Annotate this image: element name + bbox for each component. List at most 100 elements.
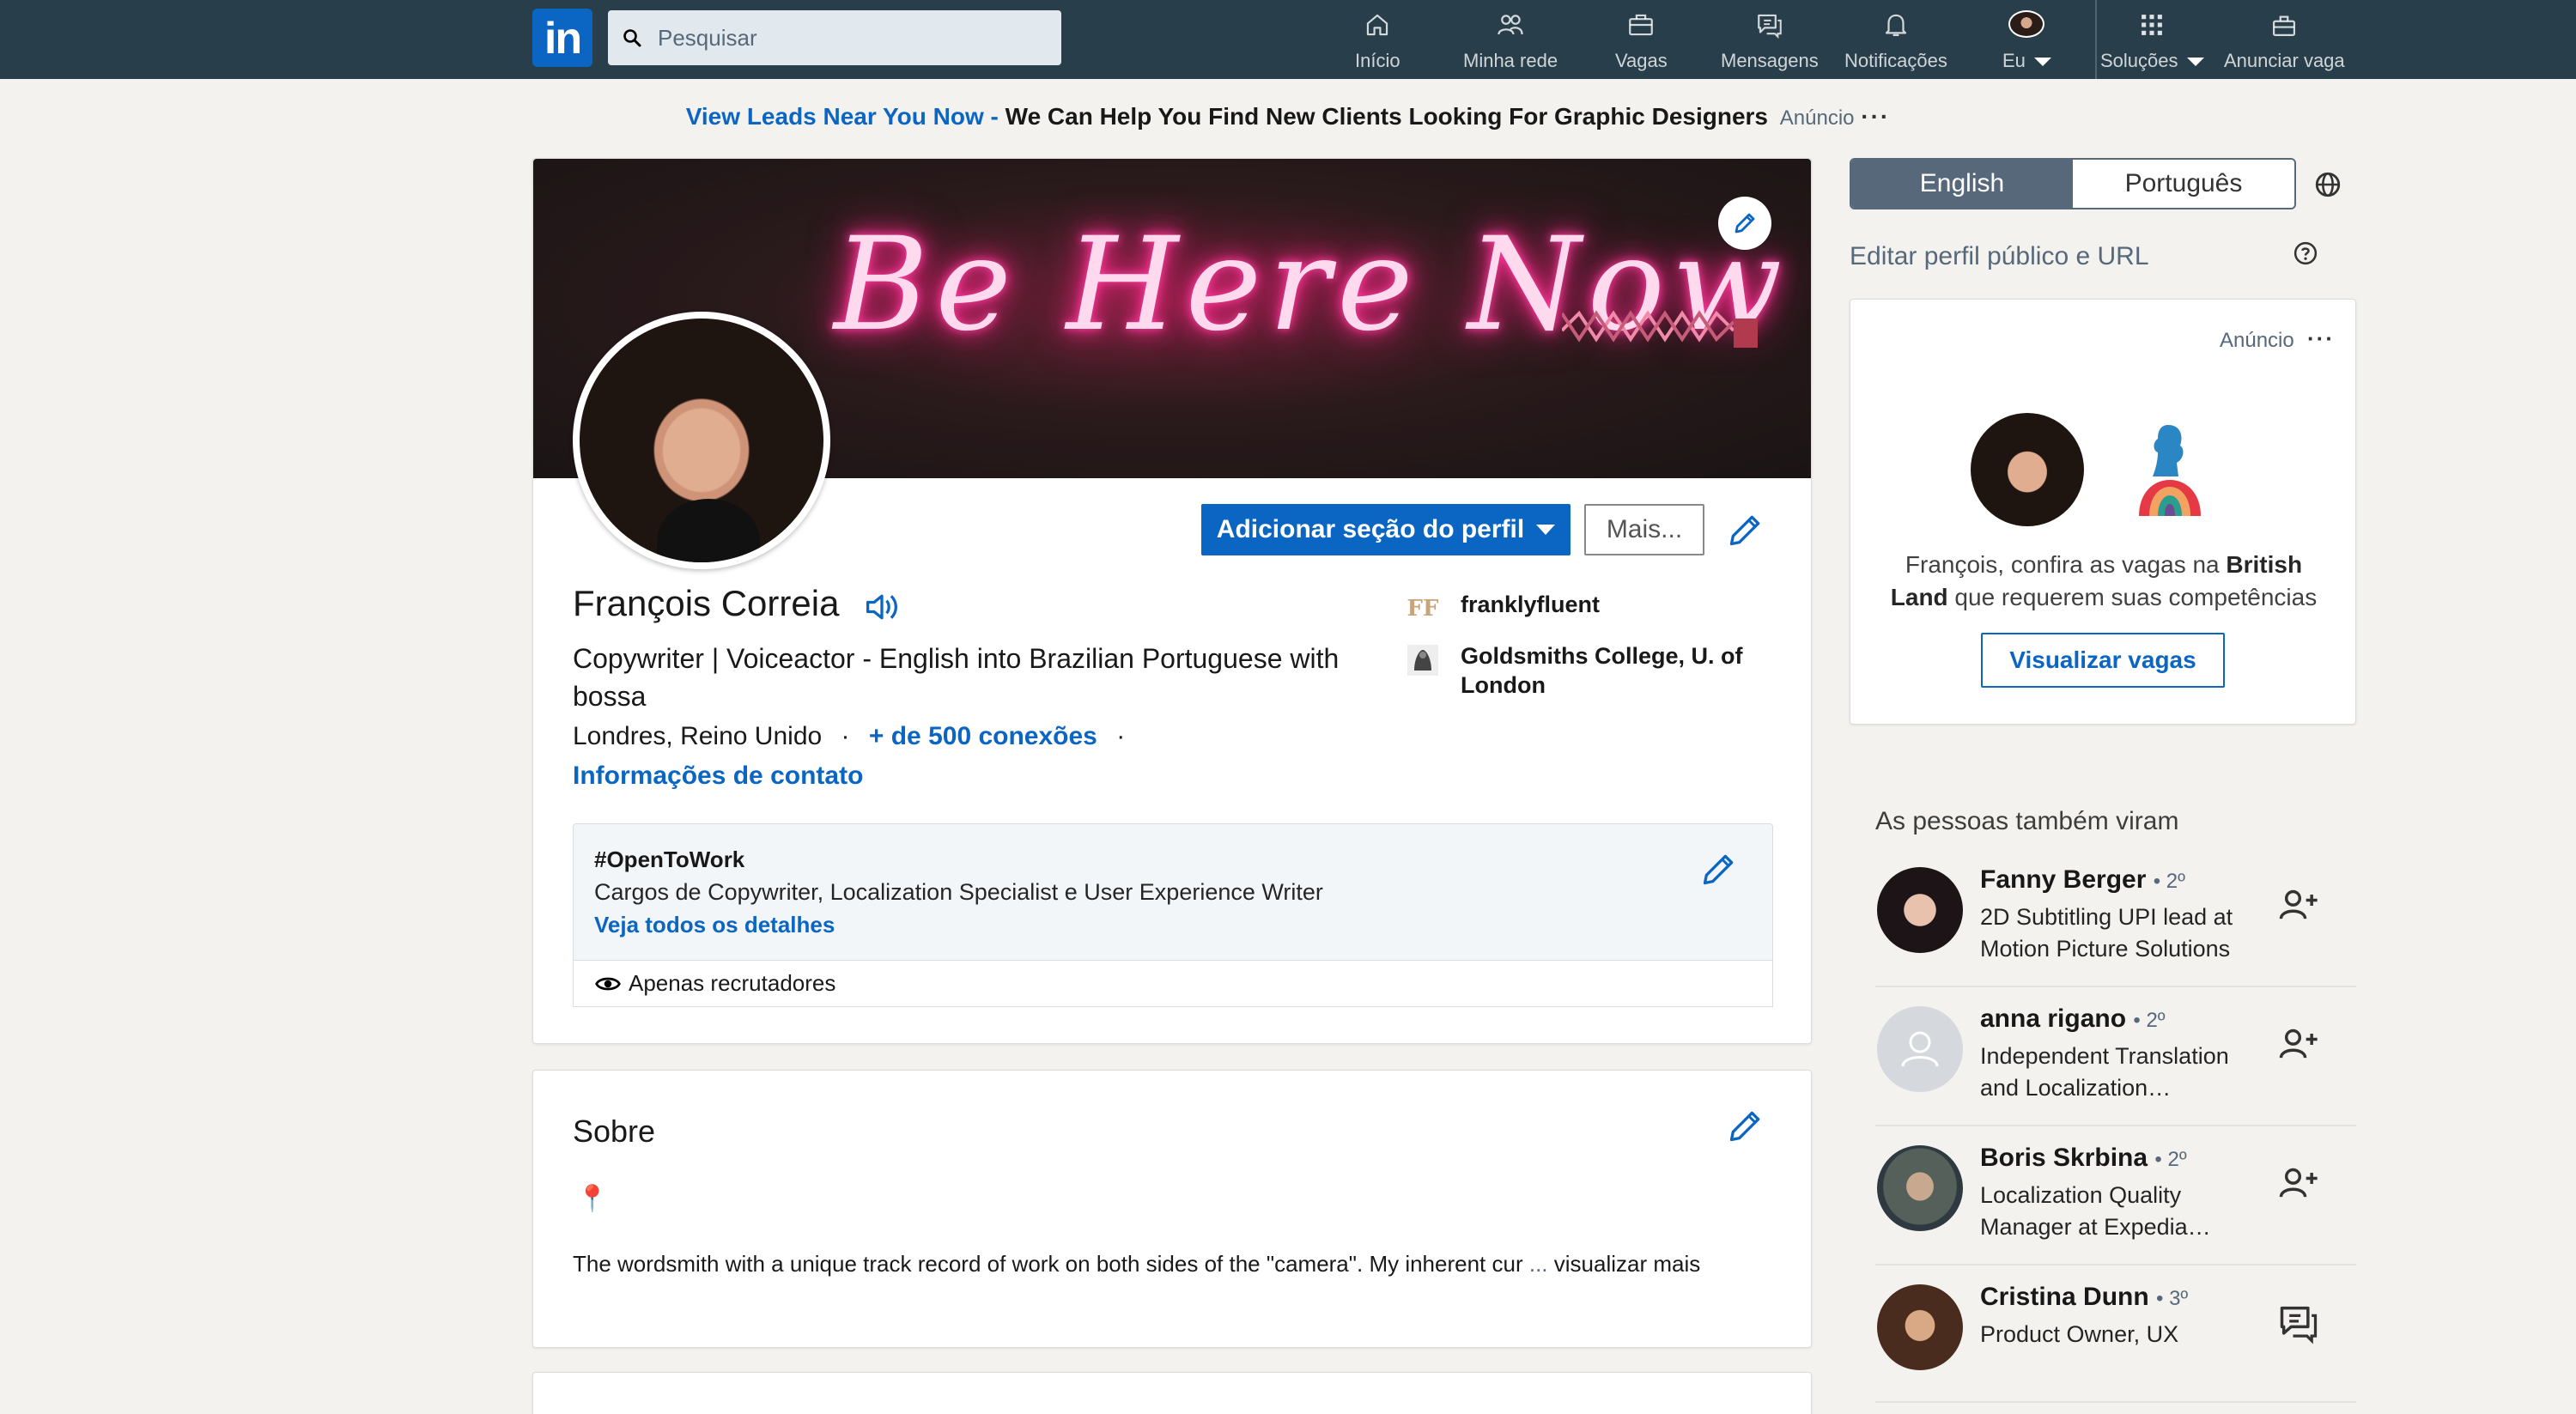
language-toggle: English Português — [1850, 158, 2296, 209]
open-to-work-description: Cargos de Copywriter, Localization Speci… — [594, 879, 1323, 905]
person-placeholder-icon — [1901, 1031, 1939, 1067]
nav-home[interactable]: Início — [1355, 10, 1400, 72]
people-also-viewed-item[interactable]: Boris Skrbina • 2º Localization Quality … — [1875, 1126, 2356, 1265]
view-jobs-button[interactable]: Visualizar vagas — [1981, 633, 2225, 688]
people-also-viewed-item[interactable]: Fanny Berger • 2º 2D Subtitling UPI lead… — [1875, 848, 2356, 987]
person-name[interactable]: Boris Skrbina — [1980, 1144, 2148, 1172]
chevron-down-icon — [1536, 525, 1556, 535]
about-summary: The wordsmith with a unique track record… — [573, 1251, 1523, 1277]
profile-side-info: FF franklyfluent Goldsmiths College, U. … — [1404, 590, 1782, 713]
person-avatar — [1877, 867, 1963, 953]
language-english[interactable]: English — [1851, 160, 2073, 208]
nav-solutions-wrap: Soluções — [2100, 50, 2204, 72]
people-also-viewed-title: As pessoas também viram — [1875, 807, 2179, 835]
nav-me-menu[interactable]: Eu — [2002, 10, 2051, 72]
top-ad-separator: - — [983, 103, 1005, 130]
top-navbar: in Início Minha rede Vagas Mensagens Not… — [0, 0, 2576, 79]
person-degree: • 3º — [2156, 1287, 2189, 1310]
search-box[interactable] — [608, 10, 1061, 65]
connect-button[interactable] — [2274, 881, 2324, 931]
person-name[interactable]: Fanny Berger — [1980, 865, 2146, 894]
profile-name: François Correia — [573, 583, 840, 623]
help-icon[interactable] — [2293, 240, 2318, 270]
linkedin-logo[interactable]: in — [532, 9, 592, 67]
people-also-viewed-item[interactable]: anna rigano • 2º Independent Translation… — [1875, 987, 2356, 1126]
search-input[interactable] — [658, 24, 1036, 52]
contact-info-link[interactable]: Informações de contato — [573, 762, 863, 791]
person-degree: • 2º — [2133, 1009, 2166, 1032]
language-portuguese[interactable]: Português — [2073, 160, 2294, 208]
about-see-more-link[interactable]: visualizar mais — [1554, 1251, 1701, 1277]
open-to-work-details-link[interactable]: Veja todos os detalhes — [594, 912, 835, 938]
nav-notifications[interactable]: Notificações — [1844, 10, 1947, 72]
connect-button[interactable] — [2274, 1159, 2324, 1209]
ad-more-icon[interactable]: ··· — [2307, 325, 2335, 352]
top-ad-banner: View Leads Near You Now - We Can Help Yo… — [0, 103, 2576, 130]
post-job-icon — [2273, 15, 2296, 37]
nav-notifications-label: Notificações — [1844, 50, 1947, 71]
nav-home-label: Início — [1355, 50, 1400, 71]
messaging-icon — [1758, 14, 1782, 39]
separator-dot: · — [1116, 722, 1126, 750]
connect-icon — [2279, 1029, 2318, 1059]
ad-user-avatar — [1971, 413, 2084, 526]
person-degree: • 2º — [2153, 870, 2185, 893]
people-also-viewed-item[interactable]: Cristina Dunn • 3º Product Owner, UX — [1875, 1265, 2356, 1403]
message-button[interactable] — [2274, 1298, 2324, 1348]
nav-my-network-label: Minha rede — [1463, 50, 1558, 71]
connect-button[interactable] — [2274, 1020, 2324, 1070]
nav-my-network[interactable]: Minha rede — [1463, 10, 1558, 72]
globe-icon[interactable] — [2313, 170, 2342, 203]
connect-icon — [2279, 1168, 2318, 1198]
pencil-icon — [1735, 213, 1755, 234]
nav-messaging[interactable]: Mensagens — [1721, 10, 1819, 72]
profile-photo-shoulders — [657, 499, 760, 562]
pin-icon: 📍 — [576, 1185, 609, 1213]
person-title: 2D Subtitling UPI lead at Motion Picture… — [1980, 904, 2233, 962]
nav-post-job-label: Anunciar vaga — [2224, 50, 2345, 71]
pencil-icon — [1703, 854, 1734, 885]
sidebar-ad-card: Anúncio ··· François, confira as vagas n… — [1850, 299, 2356, 725]
open-to-work-box[interactable]: #OpenToWork Cargos de Copywriter, Locali… — [573, 823, 1773, 961]
person-name-row: Fanny Berger • 2º — [1980, 865, 2185, 895]
person-avatar — [1877, 1145, 1963, 1231]
education-row[interactable]: Goldsmiths College, U. of London — [1404, 641, 1782, 700]
person-name[interactable]: anna rigano — [1980, 1004, 2126, 1033]
person-name[interactable]: Cristina Dunn — [1980, 1283, 2149, 1311]
current-company-row[interactable]: FF franklyfluent — [1404, 590, 1782, 628]
home-icon — [1367, 14, 1388, 36]
add-profile-section-button[interactable]: Adicionar seção do perfil — [1201, 504, 1571, 555]
about-card: Sobre 📍 The wordsmith with a unique trac… — [532, 1070, 1812, 1348]
profile-location: Londres, Reino Unido — [573, 722, 823, 750]
person-name-row: Boris Skrbina • 2º — [1980, 1144, 2187, 1173]
top-ad-link[interactable]: View Leads Near You Now — [686, 103, 984, 130]
school-crest-icon — [1407, 645, 1438, 676]
company-logo: FF — [1406, 596, 1439, 622]
ad-text-suffix: que requerem suas competências — [1947, 584, 2318, 610]
add-profile-section-label: Adicionar seção do perfil — [1216, 515, 1525, 543]
about-text: The wordsmith with a unique track record… — [573, 1251, 1775, 1277]
bell-icon — [1885, 14, 1907, 37]
nav-jobs-label: Vagas — [1615, 50, 1668, 71]
network-icon — [1498, 15, 1523, 35]
edit-about-button[interactable] — [1727, 1107, 1765, 1149]
about-title: Sobre — [573, 1114, 656, 1149]
top-ad-text[interactable]: We Can Help You Find New Clients Looking… — [1005, 103, 1768, 130]
nav-post-job[interactable]: Anunciar vaga — [2224, 10, 2345, 72]
next-section-card — [532, 1372, 1812, 1414]
top-ad-more-icon[interactable]: ··· — [1861, 103, 1890, 130]
edit-open-to-work-button[interactable] — [1700, 850, 1738, 892]
name-pronunciation-button[interactable] — [863, 590, 901, 628]
edit-intro-button[interactable] — [1727, 511, 1765, 553]
profile-headline: Copywriter | Voiceactor - English into B… — [573, 643, 1340, 712]
connections-link[interactable]: + de 500 conexões — [869, 722, 1097, 750]
more-button[interactable]: Mais... — [1584, 504, 1704, 555]
edit-cover-button[interactable] — [1718, 197, 1771, 250]
school-name: Goldsmiths College, U. of London — [1461, 643, 1743, 698]
edit-public-profile-link[interactable]: Editar perfil público e URL — [1850, 242, 2149, 271]
person-name-row: anna rigano • 2º — [1980, 1004, 2166, 1034]
nav-jobs[interactable]: Vagas — [1615, 10, 1668, 72]
nav-solutions[interactable]: Soluções — [2100, 10, 2204, 72]
user-avatar — [2008, 10, 2045, 38]
profile-photo[interactable] — [573, 312, 830, 569]
